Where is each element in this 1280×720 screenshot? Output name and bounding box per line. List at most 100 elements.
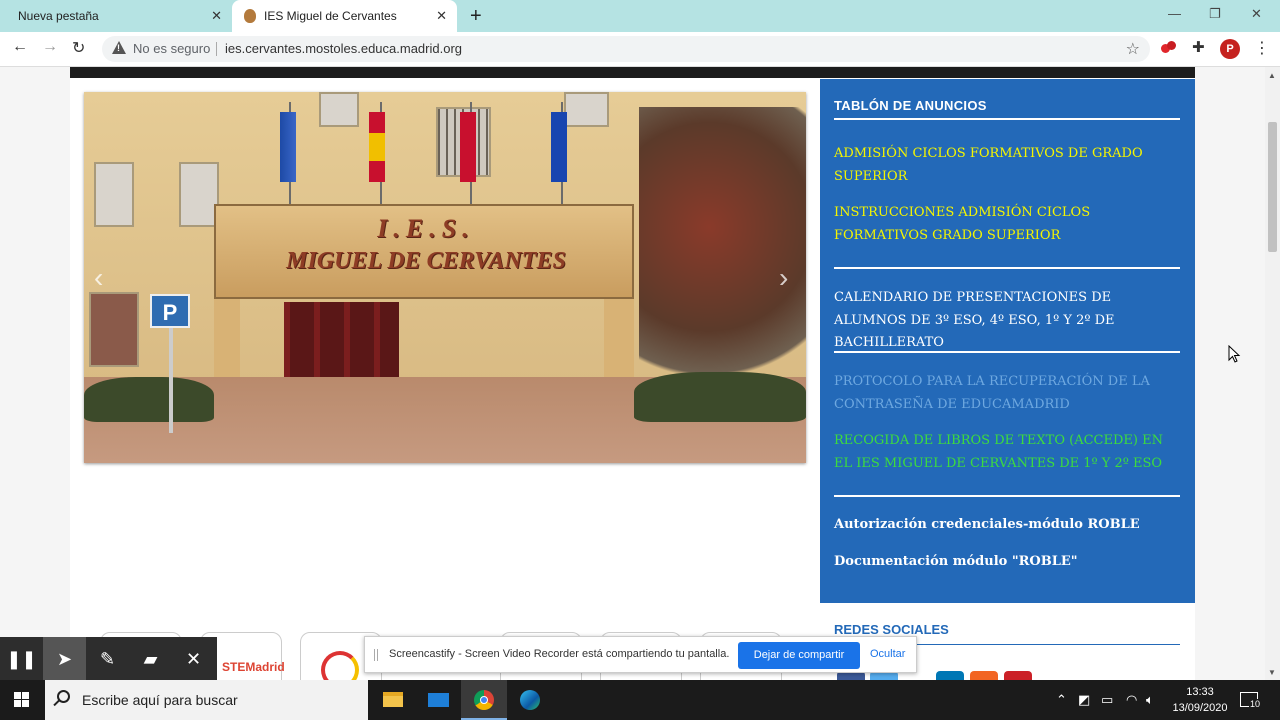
stop-sharing-button[interactable]: Dejar de compartir (738, 642, 860, 669)
divider (216, 42, 217, 56)
top-nav-bar (70, 67, 1195, 78)
forward-icon[interactable]: → (42, 38, 58, 56)
eraser-tool-icon[interactable]: ▰ (129, 637, 172, 682)
extensions-puzzle-icon[interactable]: ✚ (1192, 38, 1205, 56)
extension-screencastify-icon[interactable] (1161, 41, 1177, 55)
clock-date: 13/09/2020 (1172, 702, 1228, 714)
divider (834, 267, 1180, 269)
windows-taskbar: Escribe aquí para buscar ⌃ ◩ ▭ ◠ 🔈︎ 13:3… (0, 680, 1280, 720)
close-window-button[interactable]: ✕ (1251, 6, 1262, 22)
tab-title: Nueva pestaña (18, 9, 99, 23)
profile-avatar[interactable]: P (1220, 39, 1240, 59)
announcement-link[interactable]: Documentación módulo "ROBLE" (834, 551, 1179, 574)
taskbar-clock[interactable]: 13:33 13/09/2020 (1165, 684, 1235, 716)
search-placeholder: Escribe aquí para buscar (82, 692, 238, 708)
linkedin-icon[interactable] (936, 671, 964, 680)
restore-button[interactable]: ❐ (1209, 6, 1221, 22)
announcement-link[interactable]: Autorización credenciales-módulo ROBLE (834, 514, 1179, 537)
taskbar-search-box[interactable]: Escribe aquí para buscar (45, 680, 368, 720)
notifications-icon[interactable]: 10 (1240, 692, 1262, 709)
notification-count: 10 (1249, 699, 1262, 709)
tab-ies-cervantes[interactable]: IES Miguel de Cervantes ✕ (232, 0, 457, 32)
screencastify-toolbar: ❚❚ ➤ ✎ ▰ ✕ (0, 637, 217, 682)
window (319, 92, 359, 127)
announcement-link[interactable]: INSTRUCCIONES ADMISIÓN CICLOS FORMATIVOS… (834, 202, 1179, 247)
reload-icon[interactable]: ↻ (72, 38, 85, 58)
warning-icon[interactable] (112, 41, 126, 54)
image-carousel[interactable]: I.E.S. MIGUEL DE CERVANTES P ‹ › (84, 92, 806, 463)
pause-icon[interactable]: ❚❚ (0, 637, 43, 682)
rss-icon[interactable] (970, 671, 998, 680)
announcement-link[interactable]: ADMISIÓN CICLOS FORMATIVOS DE GRADO SUPE… (834, 143, 1179, 188)
sharing-message: Screencastify - Screen Video Recorder es… (389, 648, 730, 660)
web-page: I.E.S. MIGUEL DE CERVANTES P ‹ › TABLÓN … (0, 67, 1265, 680)
window (94, 162, 134, 227)
new-tab-button[interactable]: + (470, 5, 482, 28)
clock-time: 13:33 (1186, 686, 1214, 698)
minimize-button[interactable]: — (1168, 6, 1181, 21)
tab-nueva-pestana[interactable]: Nueva pestaña ✕ (0, 0, 232, 32)
screen-sharing-notice: Screencastify - Screen Video Recorder es… (364, 636, 917, 673)
file-explorer-icon[interactable] (369, 680, 415, 720)
divider (834, 118, 1180, 120)
show-hidden-icons[interactable]: ⌃ (1056, 692, 1067, 708)
cursor-tool-icon[interactable]: ➤ (43, 637, 86, 682)
sign-pole (169, 328, 173, 433)
search-icon (57, 690, 70, 703)
sign-text-name: MIGUEL DE CERVANTES (286, 248, 566, 274)
mail-icon[interactable] (415, 680, 461, 720)
drag-handle[interactable] (374, 649, 378, 661)
back-icon[interactable]: ← (12, 38, 28, 56)
security-label[interactable]: No es seguro (133, 41, 210, 56)
tree (639, 107, 806, 407)
flag-blue (280, 112, 296, 182)
divider (834, 351, 1180, 353)
stemadrid-logo: STEMadrid (222, 660, 285, 674)
social-title: REDES SOCIALES (834, 622, 949, 637)
volume-icon[interactable]: 🔈︎ (1146, 692, 1154, 708)
carousel-next-arrow[interactable]: › (779, 262, 788, 294)
site-favicon-icon (244, 9, 256, 23)
browser-menu-icon[interactable]: ⋮ (1254, 38, 1270, 58)
battery-icon[interactable]: ▭ (1101, 692, 1113, 708)
close-tab-icon[interactable]: ✕ (436, 8, 447, 24)
board-title: TABLÓN DE ANUNCIOS (834, 98, 987, 113)
announcement-link[interactable]: PROTOCOLO PARA LA RECUPERACIÓN DE LA CON… (834, 371, 1179, 416)
tray-app-icon[interactable]: ◩ (1078, 692, 1090, 708)
bookmark-star-icon[interactable]: ☆ (1126, 39, 1140, 59)
pen-tool-icon[interactable]: ✎ (86, 637, 129, 682)
url-text[interactable]: ies.cervantes.mostoles.educa.madrid.org (225, 41, 462, 56)
chrome-icon[interactable] (461, 680, 507, 720)
window (564, 92, 609, 127)
entrance-canopy: I.E.S. MIGUEL DE CERVANTES (214, 204, 634, 299)
close-toolbar-icon[interactable]: ✕ (172, 637, 215, 682)
carousel-prev-arrow[interactable]: ‹ (94, 262, 103, 294)
announcement-link[interactable]: RECOGIDA DE LIBROS DE TEXTO (ACCEDE) EN … (834, 430, 1179, 475)
window (179, 162, 219, 227)
close-tab-icon[interactable]: ✕ (211, 8, 222, 24)
announcement-link[interactable]: CALENDARIO DE PRESENTACIONES DE ALUMNOS … (834, 287, 1179, 355)
divider (834, 495, 1180, 497)
pinterest-icon[interactable] (1004, 671, 1032, 680)
flag-eu (551, 112, 567, 182)
bush (84, 377, 214, 422)
windows-start-icon[interactable] (14, 692, 30, 708)
address-bar[interactable]: No es seguro ies.cervantes.mostoles.educ… (102, 36, 1150, 62)
browser-toolbar: ← → ↻ No es seguro ies.cervantes.mostole… (0, 32, 1280, 67)
mouse-cursor-icon (1228, 345, 1241, 363)
tab-strip: Nueva pestaña ✕ IES Miguel de Cervantes … (0, 0, 1280, 32)
scrollbar-thumb[interactable] (1268, 122, 1277, 252)
wifi-icon[interactable]: ◠ (1126, 692, 1137, 708)
circle-logo-icon (321, 651, 359, 680)
parking-sign: P (150, 294, 190, 328)
window (89, 292, 139, 367)
scroll-up-icon[interactable]: ▲ (1268, 71, 1276, 80)
scroll-down-icon[interactable]: ▼ (1268, 668, 1276, 677)
tab-title: IES Miguel de Cervantes (264, 9, 397, 23)
sign-text-ies: I.E.S. (377, 214, 475, 243)
flag-madrid (460, 112, 476, 182)
flag-spain (369, 112, 385, 182)
edge-icon[interactable] (507, 680, 553, 720)
hide-button[interactable]: Ocultar (870, 648, 905, 660)
page-scrollbar[interactable]: ▲ ▼ (1265, 67, 1280, 680)
